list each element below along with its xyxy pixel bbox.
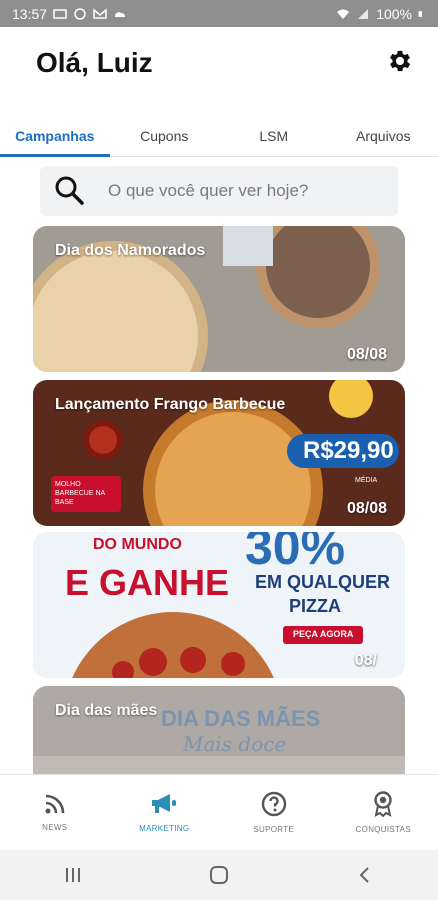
gmail-icon [93, 7, 107, 19]
megaphone-icon [152, 794, 177, 813]
search-bar [40, 166, 398, 216]
nav-label: CONQUISTAS [355, 825, 411, 834]
promo-line-2: E GANHE [65, 562, 230, 603]
header: Olá, Luiz [0, 27, 438, 117]
campaign-date: 08/08 [346, 500, 387, 517]
signal-icon [358, 8, 369, 19]
campaign-title: Dia dos Namorados [55, 242, 206, 259]
campaign-card-frango-barbecue[interactable]: Lançamento Frango Barbecue R$29,90 MÉDIA… [33, 380, 405, 526]
status-bar: 13:57 100% [0, 0, 438, 27]
promo-line-1: DO MUNDO [93, 536, 182, 553]
tab-arquivos[interactable]: Arquivos [329, 117, 438, 156]
promo-line-2: Mais doce [183, 732, 287, 756]
promo-cta: PEÇA AGORA [293, 629, 354, 639]
recent-apps-icon[interactable] [63, 865, 83, 885]
promo-line-3: 30% [245, 532, 346, 575]
nav-label: NEWS [42, 823, 68, 832]
campaign-card-dia-dos-namorados[interactable]: Dia dos Namorados 08/08 [33, 226, 405, 372]
nav-suporte[interactable]: SUPORTE [219, 775, 329, 850]
rss-icon [45, 794, 65, 814]
price-subtitle: MÉDIA [355, 477, 378, 484]
campaign-list: Dia dos Namorados 08/08 Lançamento Frang… [33, 226, 405, 774]
tab-campanhas[interactable]: Campanhas [0, 117, 110, 157]
promo-line-1: DIA DAS MÃES [161, 706, 321, 731]
message-icon [53, 8, 67, 19]
cloud-icon [115, 11, 126, 17]
home-icon[interactable] [209, 865, 229, 885]
tab-cupons[interactable]: Cupons [110, 117, 220, 156]
search-icon[interactable] [52, 173, 88, 209]
nav-news[interactable]: NEWS [0, 775, 110, 850]
campaign-date: 08/ [354, 652, 377, 669]
gear-icon[interactable] [386, 47, 414, 75]
campaign-image [33, 532, 405, 678]
campaign-card-promo[interactable]: DO MUNDO E GANHE 30% EM QUALQUER PIZZA P… [33, 532, 405, 678]
award-icon [374, 791, 392, 817]
campaign-title: Lançamento Frango Barbecue [55, 396, 286, 413]
nav-label: SUPORTE [253, 825, 295, 834]
clock: 13:57 [12, 5, 48, 22]
price-tag: R$29,90 [303, 437, 394, 464]
promo-line-4: EM QUALQUER [255, 572, 390, 592]
promo-line-5: PIZZA [289, 596, 341, 616]
campaign-date: 08/08 [346, 346, 387, 363]
wifi-icon [337, 9, 350, 19]
system-navigation-bar [0, 850, 438, 900]
tab-bar: Campanhas Cupons LSM Arquivos [0, 117, 438, 157]
campaign-card-dia-das-maes[interactable]: Dia das mães DIA DAS MÃES Mais doce [33, 686, 405, 774]
help-icon [261, 791, 286, 817]
nav-conquistas[interactable]: CONQUISTAS [329, 775, 438, 850]
tab-lsm[interactable]: LSM [219, 117, 329, 156]
back-icon[interactable] [355, 865, 375, 885]
page-title: Olá, Luiz [36, 47, 153, 78]
nav-label: MARKETING [139, 824, 190, 833]
sauce-badge: MOLHO BARBECUE NA BASE [55, 481, 105, 506]
battery-level: 100% [376, 5, 412, 22]
nav-marketing[interactable]: MARKETING [110, 775, 220, 850]
whatsapp-icon [74, 7, 86, 20]
search-input[interactable] [108, 181, 368, 201]
campaign-title: Dia das mães [55, 702, 158, 719]
bottom-navigation: NEWS MARKETING SUPORTE CONQUISTAS [0, 774, 438, 850]
battery-icon [418, 10, 422, 17]
